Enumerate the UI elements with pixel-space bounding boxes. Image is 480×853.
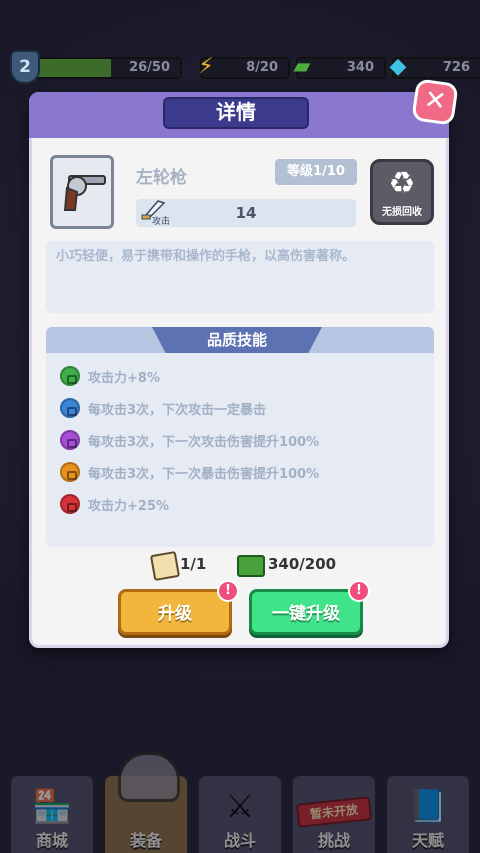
quality-skills-panel: 品质技能 攻击力+8% 每攻击3次，下次攻击一定暴击 每攻击3次，下一次攻击伤害…	[46, 327, 434, 547]
battle-icon: ⚔	[225, 787, 255, 825]
skills-header: 品质技能	[46, 327, 434, 353]
armor-icon	[118, 752, 180, 802]
energy-value: 8/20	[246, 60, 278, 75]
gem-counter[interactable]: ◆ 726	[390, 54, 480, 79]
cash-stack-icon	[237, 555, 265, 577]
lock-icon	[60, 430, 80, 450]
skills-title: 品质技能	[152, 327, 322, 353]
skill-text: 每攻击3次，下次攻击一定暴击	[88, 402, 267, 418]
upgrade-all-button[interactable]: 一键升级 !	[249, 580, 370, 635]
skill-text: 攻击力+25%	[88, 498, 170, 514]
modal-header: 详情	[29, 92, 449, 138]
lock-icon	[60, 398, 80, 418]
item-detail-modal: 详情 ✕ 左轮枪 等级1/10 攻击 14 ♻ 无损回收 小巧轻便，易于携带和操…	[29, 78, 459, 648]
scroll-icon	[149, 550, 181, 582]
scroll-cost: 1/1	[180, 555, 207, 573]
nav-shop[interactable]: 🏪 商城	[8, 773, 96, 853]
energy-counter[interactable]: ⚡ 8/20	[198, 54, 290, 79]
cash-cost: 340/200	[268, 555, 337, 573]
nav-label: 天赋	[411, 831, 444, 850]
cash-stack-icon: ▰	[293, 54, 311, 79]
nav-label: 战斗	[223, 831, 256, 850]
item-card	[50, 155, 114, 229]
recycle-icon: ♻	[388, 166, 416, 201]
xp-text: 26/50	[129, 60, 170, 75]
item-description: 小巧轻便，易于携带和操作的手枪，以高伤害著称。	[46, 241, 434, 313]
player-level-badge: 2	[10, 50, 40, 84]
cash-value: 340	[346, 60, 374, 75]
diamond-icon: ◆	[389, 54, 407, 79]
recycle-label: 无损回收	[382, 207, 422, 218]
nav-label: 商城	[35, 831, 68, 850]
lock-icon	[60, 462, 80, 482]
nav-label: 装备	[129, 831, 162, 850]
lightning-icon: ⚡	[198, 54, 214, 79]
upgrade-cost: 1/1 340/200	[32, 550, 446, 582]
nav-talent[interactable]: 📘 天赋	[384, 773, 472, 853]
locked-banner: 暂未开放	[295, 796, 373, 828]
skill-text: 每攻击3次，下一次攻击伤害提升100%	[88, 434, 320, 450]
item-name: 左轮枪	[136, 168, 187, 188]
lock-icon	[60, 366, 80, 386]
skill-text: 每攻击3次，下一次暴击伤害提升100%	[88, 466, 320, 482]
item-level: 等级1/10	[275, 159, 357, 185]
modal-title: 详情	[163, 97, 309, 129]
alert-badge-icon: !	[217, 580, 239, 602]
close-icon: ✕	[422, 84, 449, 118]
gem-value: 726	[442, 60, 470, 75]
revolver-icon	[63, 175, 106, 211]
skill-row: 每攻击3次，下一次暴击伤害提升100%	[60, 461, 319, 483]
cash-counter[interactable]: ▰ 340	[294, 54, 386, 79]
shop-icon: 🏪	[32, 787, 72, 825]
skill-row: 攻击力+25%	[60, 493, 169, 515]
talent-book-icon: 📘	[408, 787, 448, 825]
upgrade-label: 升级	[158, 604, 192, 624]
lock-icon	[60, 494, 80, 514]
attack-stat-bar: 攻击 14	[136, 199, 356, 227]
close-button[interactable]: ✕	[411, 78, 459, 126]
status-bar: 26/50 2 ⚡ 8/20 ▰ 340 ◆ 726	[10, 50, 480, 84]
alert-badge-icon: !	[348, 580, 370, 602]
xp-bar: 26/50	[34, 57, 182, 79]
nav-label: 挑战	[317, 831, 350, 850]
nav-battle[interactable]: ⚔ 战斗	[196, 773, 284, 853]
skill-row: 每攻击3次，下一次攻击伤害提升100%	[60, 429, 319, 451]
upgrade-button[interactable]: 升级 !	[118, 580, 239, 635]
bottom-nav: 🏪 商城 装备 ⚔ 战斗 暂未开放 挑战 📘 天赋	[8, 773, 472, 853]
attack-value: 14	[235, 204, 257, 222]
skill-text: 攻击力+8%	[88, 370, 160, 386]
skill-row: 攻击力+8%	[60, 365, 160, 387]
upgrade-all-label: 一键升级	[272, 604, 340, 624]
recycle-button[interactable]: ♻ 无损回收	[370, 159, 434, 225]
nav-challenge[interactable]: 暂未开放 挑战	[290, 773, 378, 853]
skill-row: 每攻击3次，下次攻击一定暴击	[60, 397, 266, 419]
